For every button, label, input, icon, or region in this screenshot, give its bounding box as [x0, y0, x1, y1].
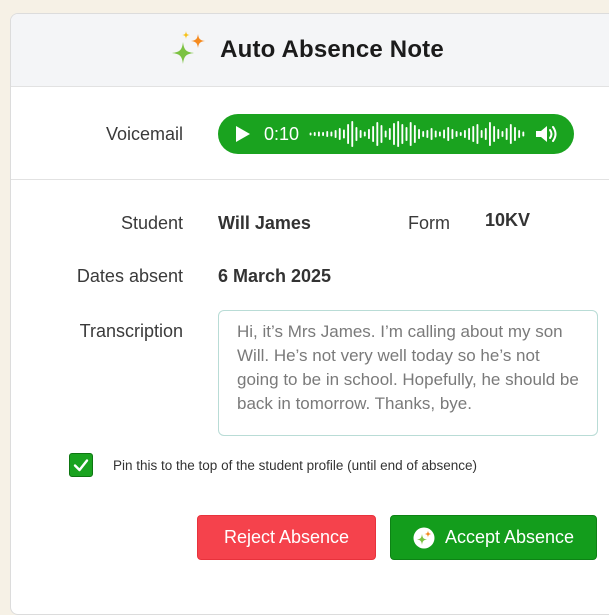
student-label: Student: [120, 213, 183, 233]
waveform-bar: [497, 129, 500, 139]
waveform-bar: [326, 131, 329, 137]
waveform-bar: [480, 130, 483, 138]
waveform-bar: [372, 126, 375, 142]
waveform-bar: [330, 131, 333, 137]
play-icon[interactable]: [232, 124, 252, 144]
waveform-bar: [472, 126, 475, 142]
absence-note-card: Auto Absence Note Voicemail 0:10 Student…: [10, 13, 609, 615]
waveform-bar: [393, 123, 395, 145]
waveform-bar: [322, 132, 325, 136]
sparkle-badge-icon: [413, 527, 435, 548]
waveform-bar: [309, 132, 312, 136]
waveform-bar: [514, 127, 516, 141]
waveform-bar: [489, 122, 491, 146]
waveform-bar: [313, 132, 316, 136]
waveform-bar: [434, 130, 437, 138]
waveform-bar: [384, 130, 387, 138]
waveform-bar: [376, 122, 379, 146]
waveform-bar: [484, 128, 487, 140]
waveform-bar: [459, 132, 462, 136]
waveform-bar: [451, 129, 454, 139]
accept-absence-button[interactable]: Accept Absence: [390, 515, 597, 560]
reject-absence-label: Reject Absence: [223, 527, 350, 547]
waveform-bar: [413, 125, 416, 143]
waveform-bar: [334, 130, 337, 138]
waveform-bar: [501, 131, 504, 137]
waveform-bar: [455, 131, 458, 137]
sparkle-icon: [172, 31, 206, 64]
waveform-bar: [338, 128, 341, 140]
waveform-bar: [522, 131, 525, 137]
transcription-box[interactable]: Hi, it’s Mrs James. I’m calling about my…: [218, 310, 598, 436]
pin-option: Pin this to the top of the student profi…: [69, 453, 477, 477]
waveform-bar: [368, 129, 370, 139]
waveform-bar: [426, 130, 429, 138]
waveform-bar: [430, 128, 433, 140]
waveform-bar: [518, 130, 521, 138]
waveform-bar: [464, 130, 466, 138]
waveform-bar: [439, 131, 441, 137]
waveform-bar: [476, 124, 479, 144]
waveform-bar: [418, 129, 421, 139]
voicemail-player[interactable]: 0:10: [218, 114, 574, 154]
waveform-bar: [318, 131, 320, 137]
waveform-icon[interactable]: [309, 120, 526, 148]
waveform-bar: [347, 124, 350, 144]
student-value: Will James: [218, 213, 311, 233]
form-value: 10KV: [485, 210, 531, 230]
waveform-bar: [409, 122, 412, 146]
waveform-bar: [388, 128, 391, 140]
waveform-bar: [343, 129, 345, 139]
waveform-bar: [397, 121, 400, 147]
waveform-bar: [359, 130, 362, 138]
waveform-bar: [422, 131, 425, 137]
waveform-bar: [509, 124, 512, 144]
transcription-label: Transcription: [79, 321, 183, 341]
checkmark-icon: [73, 459, 89, 472]
waveform-bar: [380, 125, 383, 143]
voicemail-row: Voicemail 0:10: [11, 87, 609, 180]
waveform-bar: [447, 127, 450, 141]
waveform-bar: [401, 124, 404, 144]
accept-absence-label: Accept Absence: [444, 527, 575, 547]
pin-checkbox[interactable]: [69, 453, 93, 477]
waveform-bar: [355, 127, 358, 141]
card-header: Auto Absence Note: [11, 14, 609, 87]
reject-absence-button[interactable]: Reject Absence: [197, 515, 376, 560]
waveform-bar: [351, 121, 354, 147]
dates-absent-value: 6 March 2025: [218, 266, 332, 286]
playback-time: 0:10: [264, 123, 300, 144]
page-title: Auto Absence Note: [220, 36, 444, 63]
dates-absent-label: Dates absent: [76, 266, 183, 286]
waveform-bar: [443, 129, 446, 139]
waveform-bar: [493, 126, 496, 142]
form-label: Form: [408, 213, 450, 233]
voicemail-label: Voicemail: [105, 124, 183, 144]
volume-icon[interactable]: [534, 123, 560, 145]
pin-label: Pin this to the top of the student profi…: [113, 457, 477, 473]
waveform-bar: [468, 128, 471, 140]
waveform-bar: [405, 127, 408, 141]
waveform-bar: [505, 128, 508, 140]
waveform-bar: [363, 131, 366, 137]
